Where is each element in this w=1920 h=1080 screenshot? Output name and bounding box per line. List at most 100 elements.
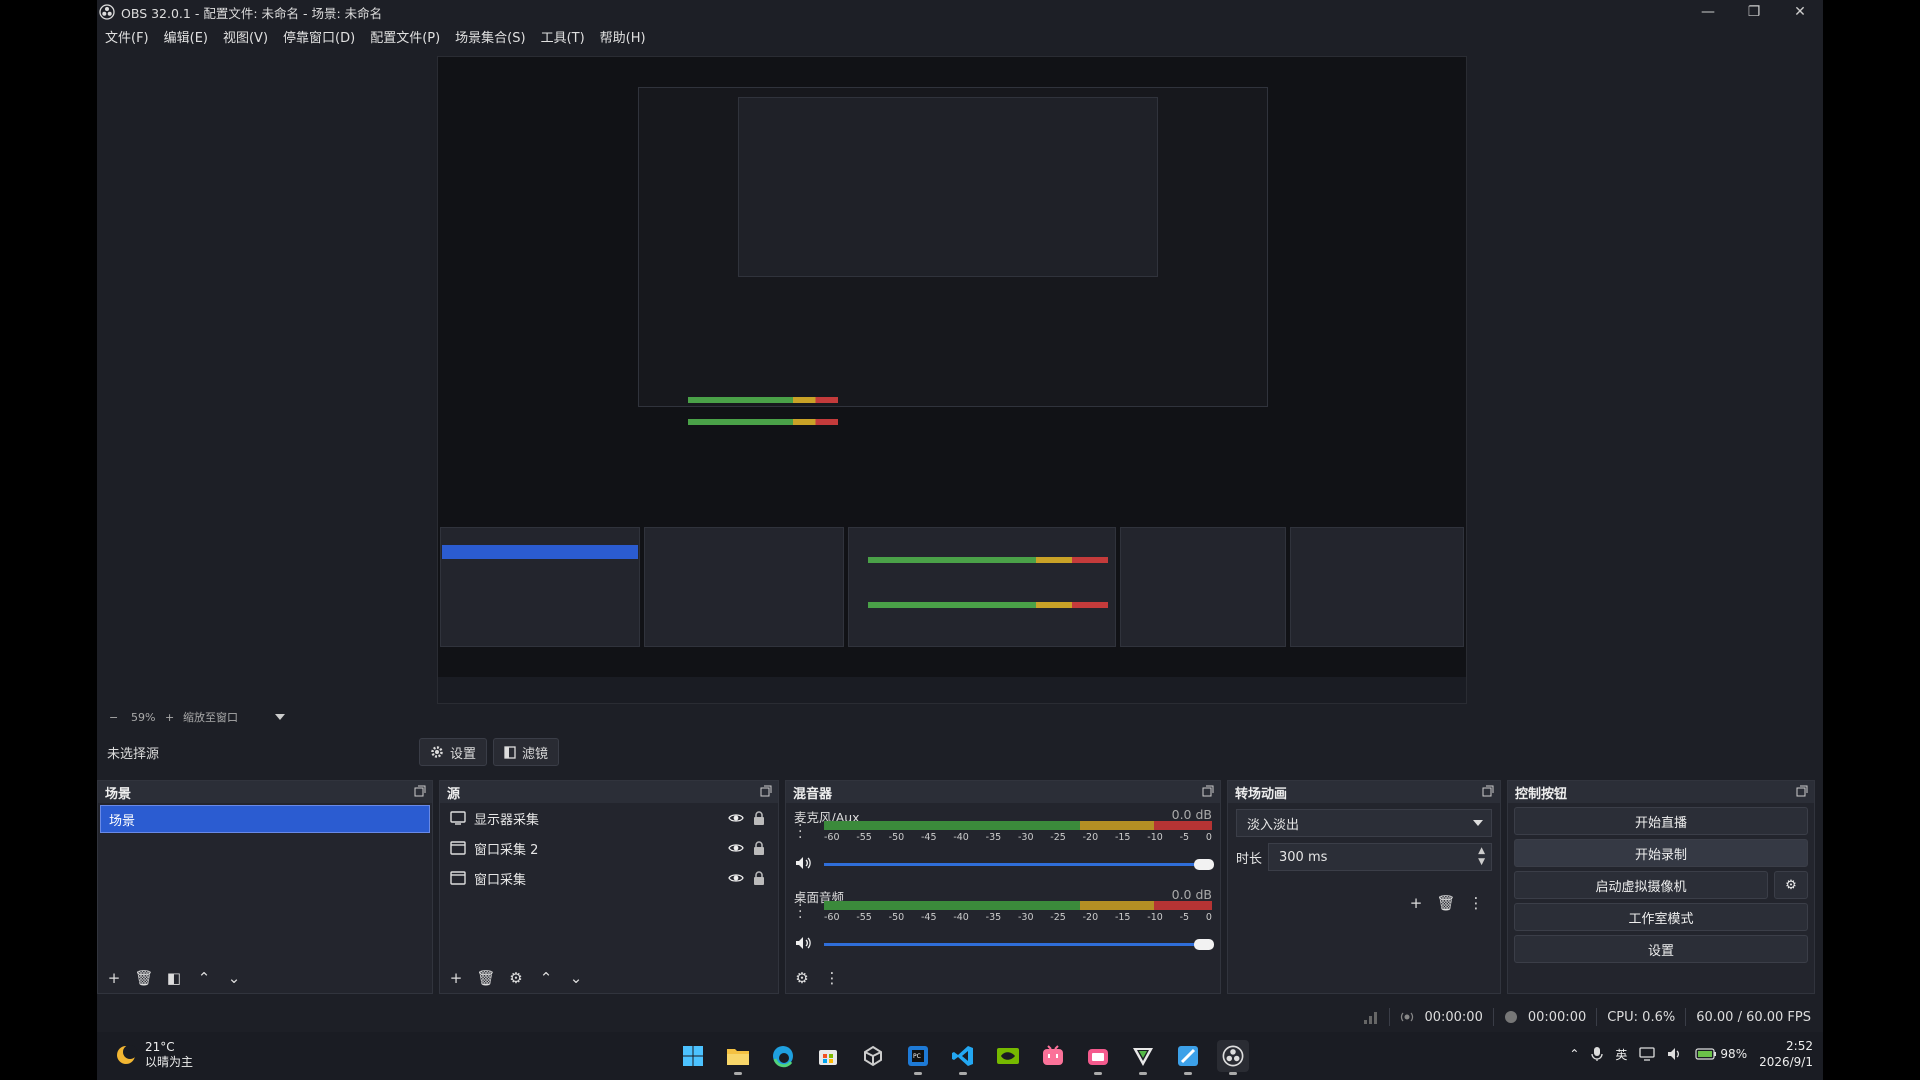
- add-icon[interactable]: +: [104, 968, 124, 988]
- volume-slider-handle[interactable]: [1194, 859, 1214, 870]
- microphone-icon[interactable]: [1591, 1046, 1604, 1062]
- bilibili-icon[interactable]: [1037, 1040, 1069, 1072]
- filter-icon[interactable]: ◧: [164, 968, 184, 988]
- maximize-button[interactable]: ❐: [1731, 0, 1777, 24]
- lock-icon[interactable]: [752, 810, 766, 826]
- chevron-up-icon[interactable]: ⌃: [1569, 1047, 1579, 1061]
- trash-icon[interactable]: 🗑: [1436, 893, 1456, 913]
- file-explorer-icon[interactable]: [722, 1040, 754, 1075]
- volume-slider[interactable]: [824, 863, 1212, 866]
- windows-start-icon[interactable]: [677, 1040, 709, 1072]
- spin-arrows-icon[interactable]: ▲ ▼: [1478, 846, 1485, 868]
- zoom-out-button[interactable]: −: [109, 711, 131, 724]
- duration-spinbox[interactable]: 300 ms ▲ ▼: [1268, 843, 1492, 871]
- source-item[interactable]: 窗口采集: [440, 863, 778, 893]
- chevron-up-icon[interactable]: ⌃: [194, 968, 214, 988]
- pycharm-icon[interactable]: PC: [902, 1040, 934, 1075]
- network-icon[interactable]: [1639, 1047, 1656, 1061]
- chevron-down-icon[interactable]: [275, 714, 285, 720]
- vim-icon[interactable]: [1127, 1040, 1159, 1075]
- speaker-icon[interactable]: [794, 855, 812, 871]
- source-item[interactable]: 窗口采集 2: [440, 833, 778, 863]
- cpu-usage: CPU: 0.6%: [1607, 1009, 1676, 1025]
- lock-icon[interactable]: [752, 840, 766, 856]
- undock-icon[interactable]: [1796, 785, 1808, 797]
- preview-area: [97, 50, 1805, 706]
- menu-edit[interactable]: 编辑(E): [164, 27, 208, 46]
- settings-label: 设置: [1647, 943, 1674, 959]
- weather-widget[interactable]: 21°C 以晴为主: [113, 1040, 193, 1070]
- visibility-eye-icon[interactable]: [728, 870, 744, 886]
- edge-icon[interactable]: [767, 1040, 799, 1072]
- zoom-in-button[interactable]: +: [165, 711, 183, 724]
- menu-scene-collection[interactable]: 场景集合(S): [455, 27, 525, 46]
- trash-icon[interactable]: 🗑: [476, 968, 496, 988]
- menu-tools[interactable]: 工具(T): [541, 27, 585, 46]
- add-icon[interactable]: +: [446, 968, 466, 988]
- volume-slider[interactable]: [824, 943, 1212, 946]
- chevron-down-icon[interactable]: ⌄: [224, 968, 244, 988]
- start-virtual-cam-button[interactable]: 启动虚拟摄像机: [1514, 871, 1768, 899]
- store-icon[interactable]: [812, 1040, 844, 1072]
- kebab-menu-icon[interactable]: · · ·: [798, 819, 808, 845]
- settings-button[interactable]: 设置: [1514, 935, 1808, 963]
- mixer-dock: 混音器 麦克风/Aux 0.0 dB · · · -60 -55 -50 -45 -…: [785, 780, 1221, 994]
- gear-icon: [431, 746, 443, 758]
- chevron-down-icon[interactable]: ⌄: [566, 968, 586, 988]
- minimize-button[interactable]: —: [1685, 0, 1731, 24]
- lock-icon[interactable]: [752, 870, 766, 886]
- virtual-cam-settings-button[interactable]: ⚙: [1774, 871, 1808, 899]
- volume-slider-handle[interactable]: [1194, 939, 1214, 950]
- undock-icon[interactable]: [1482, 785, 1494, 797]
- visibility-eye-icon[interactable]: [728, 810, 744, 826]
- gear-icon[interactable]: ⚙: [506, 968, 526, 988]
- kebab-menu-icon[interactable]: ⋮: [1466, 893, 1486, 913]
- menu-file[interactable]: 文件(F): [105, 27, 149, 46]
- advanced-audio-icon[interactable]: ⚙: [792, 968, 812, 988]
- transition-select[interactable]: 淡入淡出: [1236, 809, 1492, 837]
- add-icon[interactable]: +: [1406, 893, 1426, 913]
- source-item[interactable]: 显示器采集: [440, 803, 778, 833]
- kebab-menu-icon[interactable]: · · ·: [798, 899, 808, 925]
- scenes-dock-toolbar: + 🗑 ◧ ⌃ ⌄: [98, 963, 432, 993]
- tick-label: 0: [1205, 832, 1212, 843]
- menu-view[interactable]: 视图(V): [223, 27, 268, 46]
- kebab-menu-icon[interactable]: ⋮: [822, 968, 842, 988]
- battery-status[interactable]: 98%: [1695, 1047, 1747, 1061]
- start-stream-button[interactable]: 开始直播: [1514, 807, 1808, 835]
- scene-item[interactable]: 场景: [100, 805, 430, 833]
- obs-icon[interactable]: [1217, 1040, 1249, 1075]
- trash-icon[interactable]: 🗑: [134, 968, 154, 988]
- zoom-mode-select[interactable]: 缩放至窗口: [183, 709, 275, 725]
- nvidia-icon[interactable]: [992, 1040, 1024, 1072]
- volume-icon[interactable]: [1667, 1047, 1683, 1061]
- chevron-up-icon[interactable]: ⌃: [536, 968, 556, 988]
- svg-text:PC: PC: [913, 1053, 921, 1060]
- preview-canvas[interactable]: [437, 56, 1467, 704]
- close-button[interactable]: ✕: [1777, 0, 1823, 24]
- mixer-channel: 麦克风/Aux 0.0 dB · · · -60 -55 -50 -45 -40 -…: [786, 803, 1220, 883]
- undock-icon[interactable]: [414, 785, 426, 797]
- source-settings-button[interactable]: 设置: [419, 738, 488, 766]
- vscode-icon[interactable]: [947, 1040, 979, 1075]
- draw-icon[interactable]: [1172, 1040, 1204, 1075]
- clock[interactable]: 2:52 2026/9/1: [1759, 1038, 1813, 1070]
- start-record-button[interactable]: 开始录制: [1514, 839, 1808, 867]
- bilibili-live-icon[interactable]: [1082, 1040, 1114, 1075]
- tick-label: 0: [1205, 912, 1212, 923]
- speaker-icon[interactable]: [794, 935, 812, 951]
- menu-profile[interactable]: 配置文件(P): [370, 27, 440, 46]
- visibility-eye-icon[interactable]: [728, 840, 744, 856]
- menu-docks[interactable]: 停靠窗口(D): [283, 27, 355, 46]
- sources-dock-title: 源: [447, 786, 461, 802]
- unity-icon[interactable]: [857, 1040, 889, 1072]
- undock-icon[interactable]: [760, 785, 772, 797]
- undock-icon[interactable]: [1202, 785, 1214, 797]
- studio-mode-button[interactable]: 工作室模式: [1514, 903, 1808, 931]
- record-status-icon: [1504, 1011, 1517, 1023]
- source-filters-button[interactable]: 滤镜: [493, 738, 560, 766]
- menu-help[interactable]: 帮助(H): [600, 27, 646, 46]
- ime-indicator[interactable]: 英: [1615, 1046, 1627, 1063]
- tick-label: -60: [824, 832, 840, 843]
- mirror-transitions-dock: [1120, 527, 1286, 647]
